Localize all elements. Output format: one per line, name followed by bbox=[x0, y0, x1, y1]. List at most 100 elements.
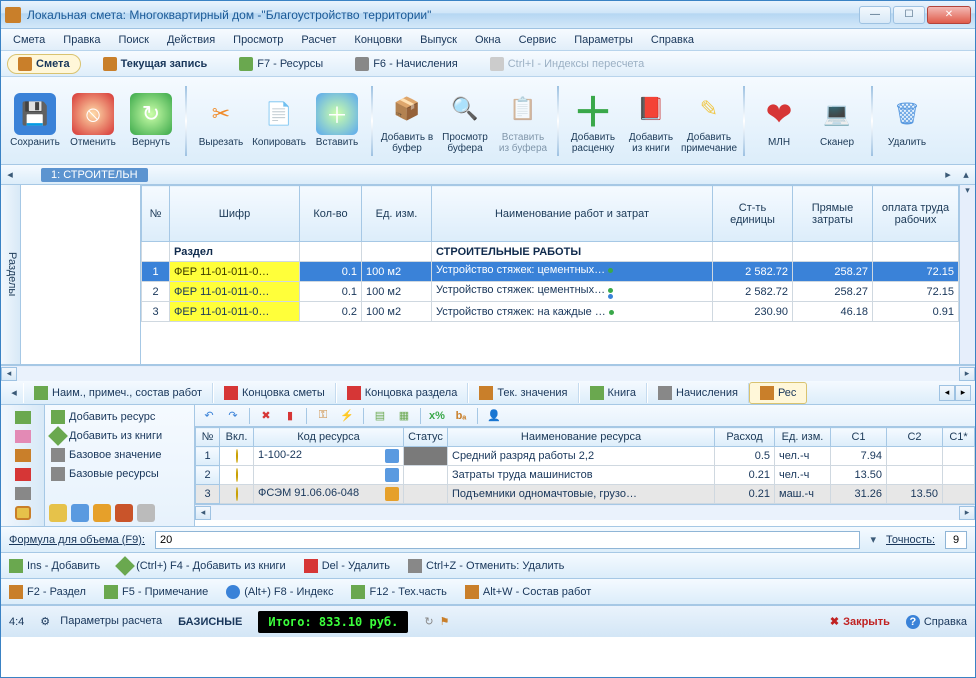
action-altw-parts[interactable]: Alt+W - Состав работ bbox=[465, 585, 591, 599]
formula-input[interactable] bbox=[155, 531, 860, 549]
cut-button[interactable]: ✂Вырезать bbox=[193, 82, 249, 160]
rcol-n[interactable]: № bbox=[196, 428, 220, 447]
paste-button[interactable]: ＋Вставить bbox=[309, 82, 365, 160]
scroll-right-button[interactable]: ▸ bbox=[959, 506, 975, 520]
tab-indexes[interactable]: Ctrl+I - Индексы пересчета bbox=[480, 55, 654, 73]
tab-smeta[interactable]: Смета bbox=[7, 54, 81, 74]
add-from-book2[interactable]: Добавить из книги bbox=[49, 428, 190, 444]
rcol-status[interactable]: Статус bbox=[404, 428, 448, 447]
menu-pravka[interactable]: Правка bbox=[55, 32, 108, 48]
pages-icon[interactable]: ▦ bbox=[396, 408, 412, 424]
minimize-button[interactable]: — bbox=[859, 6, 891, 24]
ba-icon[interactable]: bₐ bbox=[453, 408, 469, 424]
menu-raschet[interactable]: Расчет bbox=[293, 32, 344, 48]
resource-row[interactable]: 3 ФСЭМ 91.06.06-048 Подъемники одномачто… bbox=[196, 485, 975, 504]
table-row[interactable]: 1 ФЕР 11-01-011-0… 0.1 100 м2 Устройство… bbox=[142, 262, 959, 282]
action-f4-addbook[interactable]: (Ctrl+) F4 - Добавить из книги bbox=[118, 559, 286, 573]
scroll-right-button[interactable]: ▸ bbox=[959, 367, 975, 381]
eraser-icon[interactable]: ✖ bbox=[258, 408, 274, 424]
book-icon[interactable] bbox=[15, 468, 31, 481]
add-resource[interactable]: Добавить ресурс bbox=[49, 409, 190, 425]
scanner-button[interactable]: 💻Сканер bbox=[809, 82, 865, 160]
menu-vypusk[interactable]: Выпуск bbox=[412, 32, 465, 48]
add-from-book-button[interactable]: 📕Добавить из книги bbox=[623, 82, 679, 160]
menu-parametry[interactable]: Параметры bbox=[566, 32, 641, 48]
action-del[interactable]: Del - Удалить bbox=[304, 559, 390, 573]
add-rate-button[interactable]: ＋Добавить расценку bbox=[565, 82, 621, 160]
side-tab-sections[interactable]: Разделы bbox=[1, 185, 21, 364]
add-note-button[interactable]: ✎Добавить примечание bbox=[681, 82, 737, 160]
tab-current-record[interactable]: Текущая запись bbox=[93, 55, 218, 73]
action-undo-del[interactable]: Ctrl+Z - Отменить: Удалить bbox=[408, 559, 564, 573]
keyboard-icon[interactable] bbox=[137, 504, 155, 522]
menu-poisk[interactable]: Поиск bbox=[110, 32, 156, 48]
formula-expand-icon[interactable]: ▾ bbox=[870, 533, 876, 546]
pink-icon[interactable] bbox=[15, 430, 31, 443]
mln-button[interactable]: ❤МЛН bbox=[751, 82, 807, 160]
rcol-rate[interactable]: Расход bbox=[715, 428, 775, 447]
rcol-c2[interactable]: С2 bbox=[887, 428, 943, 447]
table-row[interactable]: 3 ФЕР 11-01-011-0… 0.2 100 м2 Устройство… bbox=[142, 302, 959, 322]
col-code[interactable]: Шифр bbox=[170, 186, 300, 242]
rcol-code[interactable]: Код ресурса bbox=[254, 428, 404, 447]
insert-buffer-button[interactable]: 📋Вставить из буфера bbox=[495, 82, 551, 160]
menu-servis[interactable]: Сервис bbox=[511, 32, 565, 48]
col-n[interactable]: № bbox=[142, 186, 170, 242]
truck-icon[interactable] bbox=[93, 504, 111, 522]
view-buffer-button[interactable]: 🔍Просмотр буфера bbox=[437, 82, 493, 160]
base-value[interactable]: Базовое значение bbox=[49, 447, 190, 463]
redo-icon[interactable]: ↷ bbox=[225, 408, 241, 424]
tab-resources[interactable]: F7 - Ресурсы bbox=[229, 55, 333, 73]
resource-grid[interactable]: № Вкл. Код ресурса Статус Наименование р… bbox=[195, 427, 975, 504]
face-icon[interactable] bbox=[15, 506, 31, 520]
main-grid[interactable]: № Шифр Кол-во Ед. изм. Наименование рабо… bbox=[141, 185, 959, 322]
scroll-left-button[interactable]: ◂ bbox=[1, 367, 17, 381]
scroll-up-icon[interactable]: ▴ bbox=[957, 168, 975, 181]
help-action[interactable]: ?Справка bbox=[906, 615, 967, 629]
tab-ending-section[interactable]: Концовка раздела bbox=[336, 383, 469, 403]
tab-current-values[interactable]: Тек. значения bbox=[468, 383, 578, 403]
base-resources[interactable]: Базовые ресурсы bbox=[49, 466, 190, 482]
rcol-c1[interactable]: С1 bbox=[831, 428, 887, 447]
calc-params[interactable]: ⚙Параметры расчета bbox=[40, 615, 162, 629]
calc-icon[interactable] bbox=[15, 487, 31, 500]
horizontal-scrollbar[interactable]: ◂ ▸ bbox=[1, 365, 975, 381]
action-f12-tech[interactable]: F12 - Тех.часть bbox=[351, 585, 446, 599]
col-name[interactable]: Наименование работ и затрат bbox=[432, 186, 713, 242]
action-f8-index[interactable]: (Alt+) F8 - Индекс bbox=[226, 585, 333, 599]
person-icon[interactable]: 👤 bbox=[486, 408, 502, 424]
menu-okna[interactable]: Окна bbox=[467, 32, 509, 48]
col-labor[interactable]: оплата труда рабочих bbox=[873, 186, 959, 242]
nav-left-icon[interactable]: ◂ bbox=[1, 168, 19, 181]
menu-koncovki[interactable]: Концовки bbox=[346, 32, 410, 48]
menu-prosmotr[interactable]: Просмотр bbox=[225, 32, 291, 48]
resource-row[interactable]: 2 Затраты труда машинистов 0.21 чел.-ч 1… bbox=[196, 466, 975, 485]
section-row[interactable]: Раздел СТРОИТЕЛЬНЫЕ РАБОТЫ bbox=[142, 242, 959, 262]
book-icon[interactable]: ▮ bbox=[282, 408, 298, 424]
rcol-on[interactable]: Вкл. bbox=[220, 428, 254, 447]
percent-icon[interactable]: x% bbox=[429, 408, 445, 424]
bolt-icon[interactable]: ⚡ bbox=[339, 408, 355, 424]
menu-smeta[interactable]: Смета bbox=[5, 32, 53, 48]
page-icon[interactable]: ▤ bbox=[372, 408, 388, 424]
close-action[interactable]: ✖Закрыть bbox=[830, 615, 890, 628]
table-row[interactable]: 2 ФЕР 11-01-011-0… 0.1 100 м2 Устройство… bbox=[142, 282, 959, 302]
tab-resources2[interactable]: Рес bbox=[749, 382, 807, 404]
add-buffer-button[interactable]: 📦Добавить в буфер bbox=[379, 82, 435, 160]
bulb-icon[interactable] bbox=[236, 487, 238, 501]
orange-icon[interactable] bbox=[15, 449, 31, 462]
close-button[interactable]: ✕ bbox=[927, 6, 971, 24]
maximize-button[interactable]: ☐ bbox=[893, 6, 925, 24]
redo-button[interactable]: ↻Вернуть bbox=[123, 82, 179, 160]
face-icon[interactable] bbox=[49, 504, 67, 522]
refresh-icon[interactable]: ↻ bbox=[424, 615, 433, 628]
rcol-unit[interactable]: Ед. изм. bbox=[775, 428, 831, 447]
save-button[interactable]: 💾Сохранить bbox=[7, 82, 63, 160]
tab-book[interactable]: Книга bbox=[579, 383, 648, 403]
bricks-icon[interactable] bbox=[115, 504, 133, 522]
section-chip[interactable]: 1: СТРОИТЕЛЬН bbox=[41, 168, 148, 182]
menu-spravka[interactable]: Справка bbox=[643, 32, 702, 48]
tab-naming[interactable]: Наим., примеч., состав работ bbox=[23, 383, 213, 403]
bulb-icon[interactable] bbox=[236, 468, 238, 482]
action-f2-section[interactable]: F2 - Раздел bbox=[9, 585, 86, 599]
